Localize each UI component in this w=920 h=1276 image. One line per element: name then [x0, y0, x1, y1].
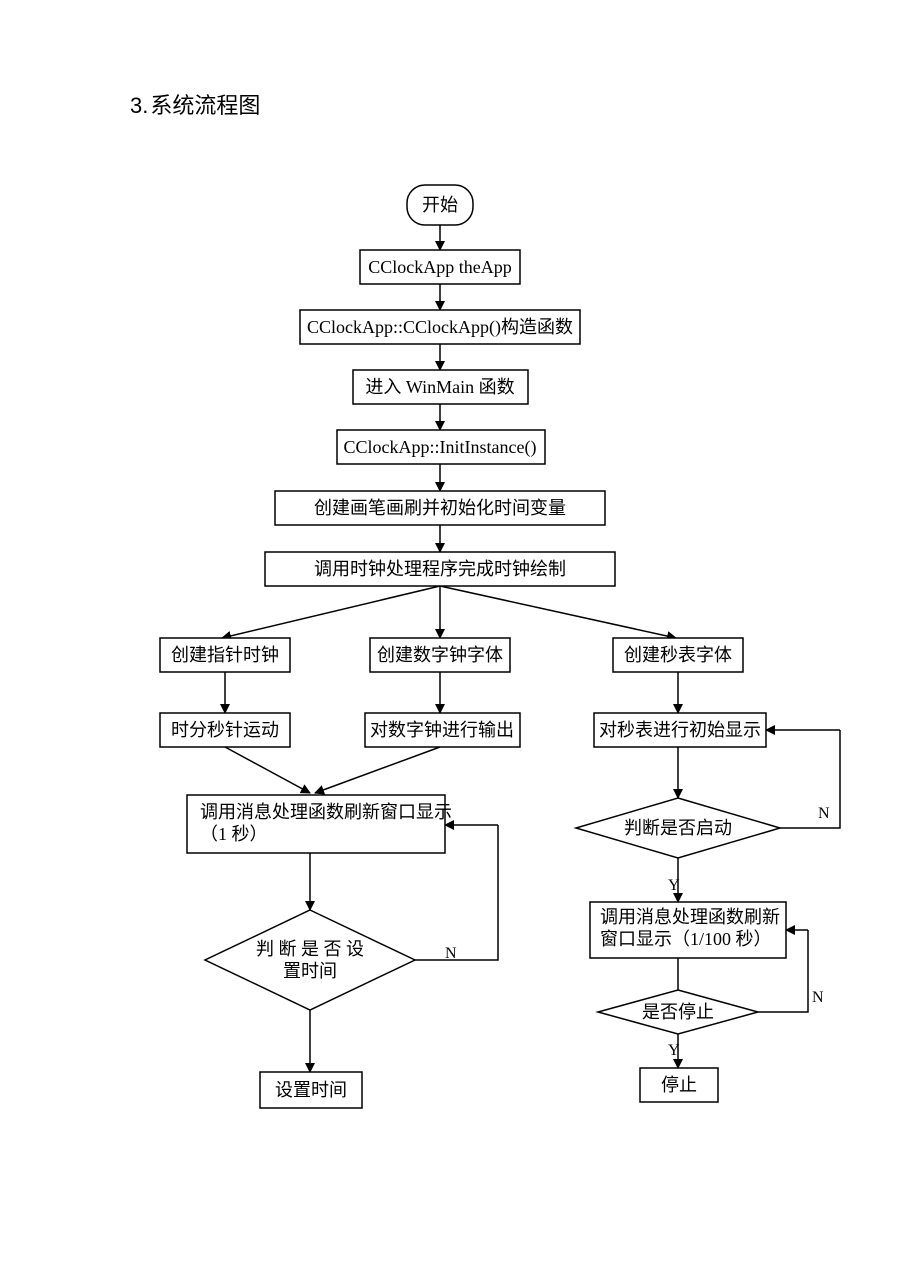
- node-brush: 创建画笔画刷并初始化时间变量: [275, 491, 605, 525]
- node-sw-init: 对秒表进行初始显示: [594, 713, 766, 747]
- decision-sw-started: 判断是否启动: [576, 798, 780, 858]
- decision-sw-stopped: 是否停止: [598, 990, 758, 1034]
- node-stop-label: 停止: [661, 1075, 697, 1095]
- node-hands: 时分秒针运动: [160, 713, 290, 747]
- node-draw-clock: 调用时钟处理程序完成时钟绘制: [265, 552, 615, 586]
- split-below-drawClock: [222, 586, 676, 638]
- node-set-time: 设置时间: [260, 1072, 362, 1108]
- node-set-time-label: 设置时间: [275, 1080, 347, 1100]
- label-N-right2: N: [812, 989, 824, 1006]
- node-dig-out-label: 对数字钟进行输出: [370, 720, 514, 740]
- node-sw-init-label: 对秒表进行初始显示: [599, 720, 761, 740]
- node-init: CClockApp::InitInstance(): [337, 430, 545, 464]
- decision-sw-started-label: 判断是否启动: [624, 818, 732, 838]
- node-refresh1s-l1: 调用消息处理函数刷新窗口显示: [200, 802, 452, 822]
- node-refresh100-l2: 窗口显示（1/100 秒）: [600, 929, 772, 949]
- node-draw-clock-label: 调用时钟处理程序完成时钟绘制: [314, 559, 566, 579]
- node-sw-font-label: 创建秒表字体: [624, 645, 732, 665]
- node-refresh1s: 调用消息处理函数刷新窗口显示 （1 秒）: [187, 795, 452, 853]
- decision-set-time: 判 断 是 否 设 置时间: [205, 910, 415, 1010]
- node-dig-font: 创建数字钟字体: [370, 638, 510, 672]
- node-dig-font-label: 创建数字钟字体: [377, 645, 503, 665]
- node-theApp-label: CClockApp theApp: [368, 257, 512, 277]
- decision-set-time-l2: 置时间: [283, 961, 337, 981]
- node-winmain-label: 进入 WinMain 函数: [365, 377, 514, 397]
- node-dig-out: 对数字钟进行输出: [365, 713, 520, 747]
- node-hands-label: 时分秒针运动: [171, 720, 279, 740]
- node-brush-label: 创建画笔画刷并初始化时间变量: [314, 498, 566, 518]
- node-ptr-clock-label: 创建指针时钟: [171, 645, 279, 665]
- decision-sw-stopped-label: 是否停止: [642, 1002, 714, 1022]
- node-winmain: 进入 WinMain 函数: [353, 370, 528, 404]
- node-theApp: CClockApp theApp: [360, 250, 520, 284]
- node-refresh1s-l2: （1 秒）: [200, 824, 268, 844]
- node-init-label: CClockApp::InitInstance(): [344, 437, 537, 458]
- node-refresh100: 调用消息处理函数刷新 窗口显示（1/100 秒）: [590, 902, 786, 958]
- flowchart: 开始 CClockApp theApp CClockApp::CClockApp…: [0, 0, 920, 1276]
- node-ctor: CClockApp::CClockApp()构造函数: [300, 310, 580, 344]
- node-start: 开始: [407, 185, 473, 225]
- decision-set-time-l1: 判 断 是 否 设: [256, 939, 364, 959]
- node-ctor-label: CClockApp::CClockApp()构造函数: [307, 317, 573, 338]
- node-stop: 停止: [640, 1068, 718, 1102]
- node-start-label: 开始: [422, 195, 458, 215]
- node-refresh100-l1: 调用消息处理函数刷新: [600, 907, 780, 927]
- node-ptr-clock: 创建指针时钟: [160, 638, 290, 672]
- label-N-right1: N: [818, 805, 830, 822]
- node-sw-font: 创建秒表字体: [613, 638, 743, 672]
- merge-to-refresh1s: [225, 747, 440, 793]
